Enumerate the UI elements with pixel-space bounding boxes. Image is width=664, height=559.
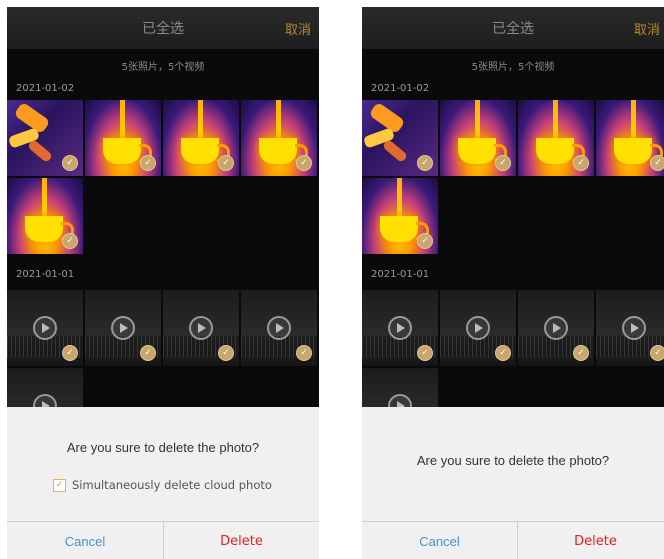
delete-button[interactable]: Delete [164,522,319,559]
video-thumbnail[interactable]: ✓ [7,290,83,366]
photo-thumbnail[interactable]: ✓ [163,100,239,176]
check-circle-icon[interactable]: ✓ [650,155,664,171]
checkbox-checked-icon[interactable]: ✓ [53,479,66,492]
photo-thumbnail[interactable]: ✓ [7,100,83,176]
video-thumbnail[interactable]: ✓ [163,290,239,366]
photo-thumbnail[interactable]: ✓ [362,178,438,254]
dialog-buttons: Cancel Delete [7,521,319,559]
check-circle-icon[interactable]: ✓ [140,155,156,171]
check-circle-icon[interactable]: ✓ [62,345,78,361]
play-icon [267,316,291,340]
photo-thumbnail[interactable]: ✓ [85,100,161,176]
dialog-buttons: Cancel Delete [362,521,664,559]
video-thumbnail[interactable]: ✓ [241,290,317,366]
check-circle-icon[interactable]: ✓ [296,345,312,361]
delete-cloud-label: Simultaneously delete cloud photo [72,478,272,492]
top-cancel-button[interactable]: 取消 [285,19,311,38]
photo-thumbnail[interactable]: ✓ [362,100,438,176]
date-header: 2021-01-02 [371,83,430,94]
top-bar: 已全选 取消 [7,7,319,49]
play-icon [189,316,213,340]
selection-summary: 5张照片，5个视频 [471,62,555,73]
selection-summary: 5张照片，5个视频 [121,62,205,73]
check-circle-icon[interactable]: ✓ [417,233,433,249]
check-circle-icon[interactable]: ✓ [296,155,312,171]
video-thumbnail[interactable]: ✓ [85,290,161,366]
check-circle-icon[interactable]: ✓ [218,345,234,361]
delete-button[interactable]: Delete [518,522,664,559]
video-thumbnail[interactable]: ✓ [518,290,594,366]
play-icon [622,316,646,340]
screen-left: 已全选 取消 5张照片，5个视频 2021-01-02 ✓ ✓ ✓ ✓ ✓ 20… [7,7,319,559]
video-thumbnail[interactable]: ✓ [362,290,438,366]
check-circle-icon[interactable]: ✓ [417,155,433,171]
check-circle-icon[interactable]: ✓ [495,345,511,361]
date-header: 2021-01-01 [16,269,75,280]
check-circle-icon[interactable]: ✓ [573,345,589,361]
photo-thumbnail[interactable]: ✓ [518,100,594,176]
photo-thumbnail[interactable]: ✓ [7,178,83,254]
delete-confirm-dialog: Are you sure to delete the photo? Cancel… [362,407,664,559]
play-icon [33,316,57,340]
play-icon [466,316,490,340]
photo-thumbnail[interactable]: ✓ [440,100,516,176]
dialog-question: Are you sure to delete the photo? [66,440,260,455]
check-circle-icon[interactable]: ✓ [495,155,511,171]
screen-right: 已全选 取消 5张照片，5个视频 2021-01-02 ✓ ✓ ✓ ✓ ✓ 20… [362,7,664,559]
delete-confirm-dialog: Are you sure to delete the photo? ✓ Simu… [7,407,319,559]
video-thumbnail[interactable]: ✓ [440,290,516,366]
play-icon [544,316,568,340]
dialog-question: Are you sure to delete the photo? [416,453,610,468]
date-header: 2021-01-01 [371,269,430,280]
video-thumbnail[interactable]: ✓ [596,290,664,366]
play-icon [111,316,135,340]
page-title: 已全选 [492,21,534,37]
check-circle-icon[interactable]: ✓ [417,345,433,361]
play-icon [388,316,412,340]
photo-thumbnail[interactable]: ✓ [241,100,317,176]
check-circle-icon[interactable]: ✓ [573,155,589,171]
check-circle-icon[interactable]: ✓ [62,233,78,249]
page-title: 已全选 [142,21,184,37]
cancel-button[interactable]: Cancel [7,522,164,559]
cancel-button[interactable]: Cancel [362,522,518,559]
check-circle-icon[interactable]: ✓ [218,155,234,171]
check-circle-icon[interactable]: ✓ [140,345,156,361]
check-circle-icon[interactable]: ✓ [62,155,78,171]
check-circle-icon[interactable]: ✓ [650,345,664,361]
top-bar: 已全选 取消 [362,7,664,49]
date-header: 2021-01-02 [16,83,75,94]
top-cancel-button[interactable]: 取消 [634,19,660,38]
photo-thumbnail[interactable]: ✓ [596,100,664,176]
